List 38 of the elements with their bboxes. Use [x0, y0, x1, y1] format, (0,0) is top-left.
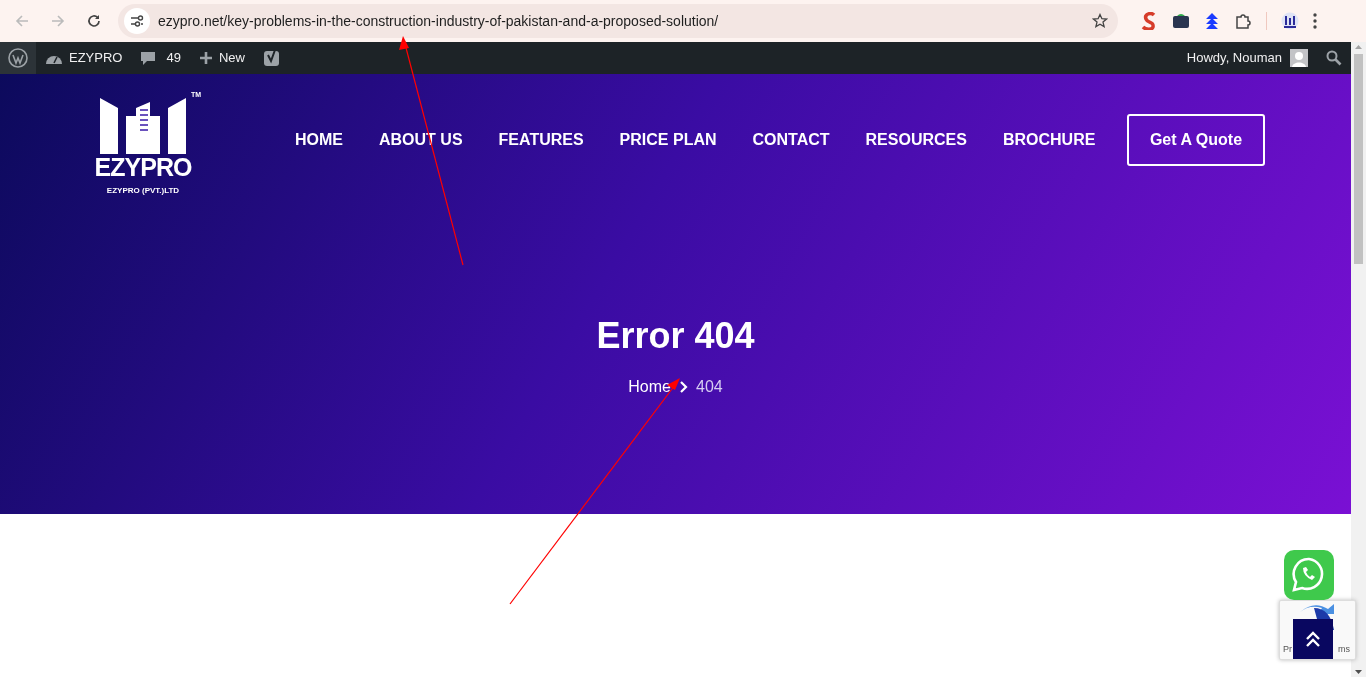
quote-button[interactable]: Get A Quote: [1127, 114, 1265, 166]
breadcrumb-current: 404: [696, 377, 723, 398]
recaptcha-text: ms: [1338, 643, 1350, 656]
comments-link[interactable]: 49: [131, 42, 190, 74]
nav-link[interactable]: HOME: [295, 128, 343, 152]
profile-icon[interactable]: [1281, 12, 1299, 30]
logo-company-name: EZYPRO (PVT.)LTD: [106, 184, 180, 197]
scrollbar[interactable]: [1351, 42, 1366, 677]
scrollbar-thumb[interactable]: [1354, 54, 1363, 264]
admin-site-link[interactable]: EZYPRO: [36, 42, 132, 74]
nav-link[interactable]: BROCHURE: [1002, 128, 1096, 152]
site-settings-icon[interactable]: [124, 8, 150, 34]
comment-bubble-icon: [140, 50, 157, 66]
chevron-right-icon: [679, 381, 688, 394]
user-account-link[interactable]: Howdy, Nouman: [1177, 42, 1317, 74]
plus-icon: [198, 51, 213, 65]
avatar-icon: [1290, 49, 1308, 67]
chevrons-up-icon: [1305, 630, 1321, 648]
nav-link[interactable]: RESOURCES: [865, 128, 967, 152]
wordpress-logo-icon[interactable]: [0, 42, 36, 74]
page-title: Error 404: [595, 314, 756, 358]
extension-icon[interactable]: [1172, 13, 1190, 29]
recaptcha-text: Pr: [1283, 643, 1292, 656]
bookmark-star-icon[interactable]: [1092, 13, 1108, 29]
extension-icon[interactable]: [1204, 12, 1220, 30]
extensions-puzzle-icon[interactable]: [1234, 12, 1252, 30]
address-bar[interactable]: ezypro.net/key-problems-in-the-construction-industry-of-pakistan-and-a-proposed-solution/: [118, 4, 1118, 38]
new-content-link[interactable]: New: [189, 42, 254, 74]
nav-link[interactable]: CONTACT: [752, 128, 830, 152]
scroll-down-arrow-icon[interactable]: [1355, 670, 1362, 674]
url-text: ezypro.net/key-problems-in-the-construction-industry-of-pakistan-and-a-proposed-solution/: [158, 11, 720, 31]
nav-link[interactable]: FEATURES: [498, 128, 584, 152]
scroll-to-top-button[interactable]: [1293, 619, 1333, 659]
buildings-icon: [98, 96, 188, 154]
logo-wordmark: EZYPRO: [94, 154, 192, 182]
nav-link[interactable]: PRICE PLAN: [619, 128, 717, 152]
more-menu-icon[interactable]: [1313, 13, 1317, 29]
breadcrumb-link[interactable]: Home: [628, 375, 671, 400]
